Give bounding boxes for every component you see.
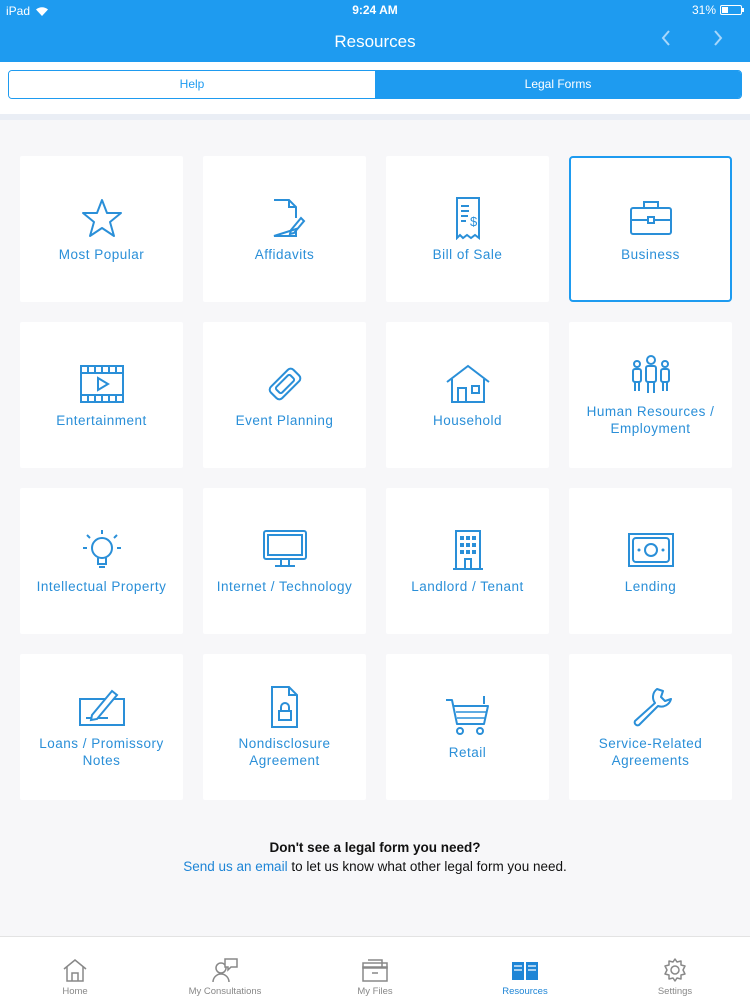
tile-affidavits[interactable]: Affidavits	[203, 156, 366, 302]
receipt-icon: $	[455, 196, 480, 240]
film-icon	[79, 364, 124, 403]
tile-label: Service-Related Agreements	[598, 736, 703, 768]
tile-most-popular[interactable]: Most Popular	[20, 156, 183, 302]
files-icon	[362, 959, 388, 982]
document-pen-icon	[273, 198, 305, 237]
tab-resources-label: Resources	[502, 986, 548, 997]
briefcase-icon	[629, 200, 672, 235]
tile-retail[interactable]: Retail	[386, 654, 549, 800]
star-icon	[81, 198, 122, 237]
chevron-right-icon[interactable]	[712, 29, 724, 53]
legal-forms-grid: Most Popular Affidavits $ Bill of Sale B…	[20, 156, 732, 800]
tab-consultations[interactable]: My Consultations	[150, 937, 300, 1000]
tile-label: Nondisclosure Agreement	[238, 736, 331, 768]
monitor-icon	[262, 529, 307, 567]
cart-icon	[445, 695, 489, 735]
missing-form-message: Don't see a legal form you need? Send us…	[0, 840, 750, 874]
people-icon	[631, 355, 670, 393]
tile-event-planning[interactable]: Event Planning	[203, 322, 366, 468]
wrench-icon	[633, 688, 672, 727]
tab-settings-label: Settings	[657, 986, 693, 997]
missing-form-text: Send us an email to let us know what oth…	[0, 859, 750, 874]
tab-help[interactable]: Help	[9, 71, 375, 98]
tile-service-related[interactable]: Service-Related Agreements	[569, 654, 732, 800]
gear-icon	[664, 958, 686, 982]
battery-percent: 31%	[691, 3, 716, 17]
tile-label: Entertainment	[56, 412, 147, 428]
top-bar: iPad 9:24 AM 31% Resources	[0, 0, 750, 62]
tab-bar: Home My Consultations My Files Resources…	[0, 936, 750, 1000]
tile-label: Retail	[448, 744, 487, 760]
tile-intellectual-property[interactable]: Intellectual Property	[20, 488, 183, 634]
check-pen-icon	[78, 689, 125, 726]
chevron-left-icon[interactable]	[660, 29, 672, 53]
tab-files-label: My Files	[357, 986, 393, 997]
tile-label: Loans / Promissory Notes	[39, 736, 164, 768]
tile-label: Business	[621, 246, 680, 262]
tab-legal-forms[interactable]: Legal Forms	[375, 71, 741, 98]
house-icon	[445, 364, 490, 403]
lock-document-icon	[270, 686, 298, 728]
tile-label: Affidavits	[254, 246, 315, 262]
building-icon	[452, 529, 483, 570]
tile-human-resources[interactable]: Human Resources / Employment	[569, 322, 732, 468]
tile-label: Lending	[624, 578, 677, 594]
tab-settings[interactable]: Settings	[600, 937, 750, 1000]
resources-icon	[512, 962, 538, 980]
tile-entertainment[interactable]: Entertainment	[20, 322, 183, 468]
tile-label: Intellectual Property	[36, 578, 167, 594]
status-bar: iPad 9:24 AM 31%	[0, 0, 750, 20]
tab-consultations-label: My Consultations	[188, 986, 262, 997]
tile-label: Landlord / Tenant	[411, 578, 524, 594]
segment-bar: Help Legal Forms	[0, 62, 750, 120]
tile-label: Bill of Sale	[432, 246, 503, 262]
tile-business[interactable]: Business	[569, 156, 732, 302]
segmented-control: Help Legal Forms	[8, 70, 742, 99]
tile-nondisclosure[interactable]: Nondisclosure Agreement	[203, 654, 366, 800]
tile-label: Internet / Technology	[216, 578, 353, 594]
missing-form-heading: Don't see a legal form you need?	[269, 840, 481, 855]
svg-text:$: $	[470, 214, 478, 229]
tile-lending[interactable]: Lending	[569, 488, 732, 634]
home-icon	[63, 959, 87, 982]
tile-loans[interactable]: Loans / Promissory Notes	[20, 654, 183, 800]
tab-home-label: Home	[62, 986, 88, 997]
tile-internet-technology[interactable]: Internet / Technology	[203, 488, 366, 634]
banknote-icon	[627, 532, 674, 567]
tile-bill-of-sale[interactable]: $ Bill of Sale	[386, 156, 549, 302]
tile-label: Most Popular	[58, 246, 145, 262]
tab-resources[interactable]: Resources	[450, 937, 600, 1000]
tab-files[interactable]: My Files	[300, 937, 450, 1000]
missing-form-body: to let us know what other legal form you…	[287, 859, 567, 874]
tile-label: Event Planning	[235, 412, 334, 428]
tile-household[interactable]: Household	[386, 322, 549, 468]
tile-label: Human Resources / Employment	[586, 404, 715, 436]
status-time: 9:24 AM	[352, 3, 398, 17]
page-title: Resources	[334, 32, 416, 51]
consultation-icon	[212, 958, 238, 983]
tile-landlord-tenant[interactable]: Landlord / Tenant	[386, 488, 549, 634]
ticket-icon	[268, 367, 301, 400]
tile-label: Household	[432, 412, 503, 428]
lightbulb-icon	[82, 529, 121, 568]
tab-home[interactable]: Home	[0, 937, 150, 1000]
send-email-link[interactable]: Send us an email	[183, 859, 287, 874]
battery-icon	[720, 5, 744, 15]
